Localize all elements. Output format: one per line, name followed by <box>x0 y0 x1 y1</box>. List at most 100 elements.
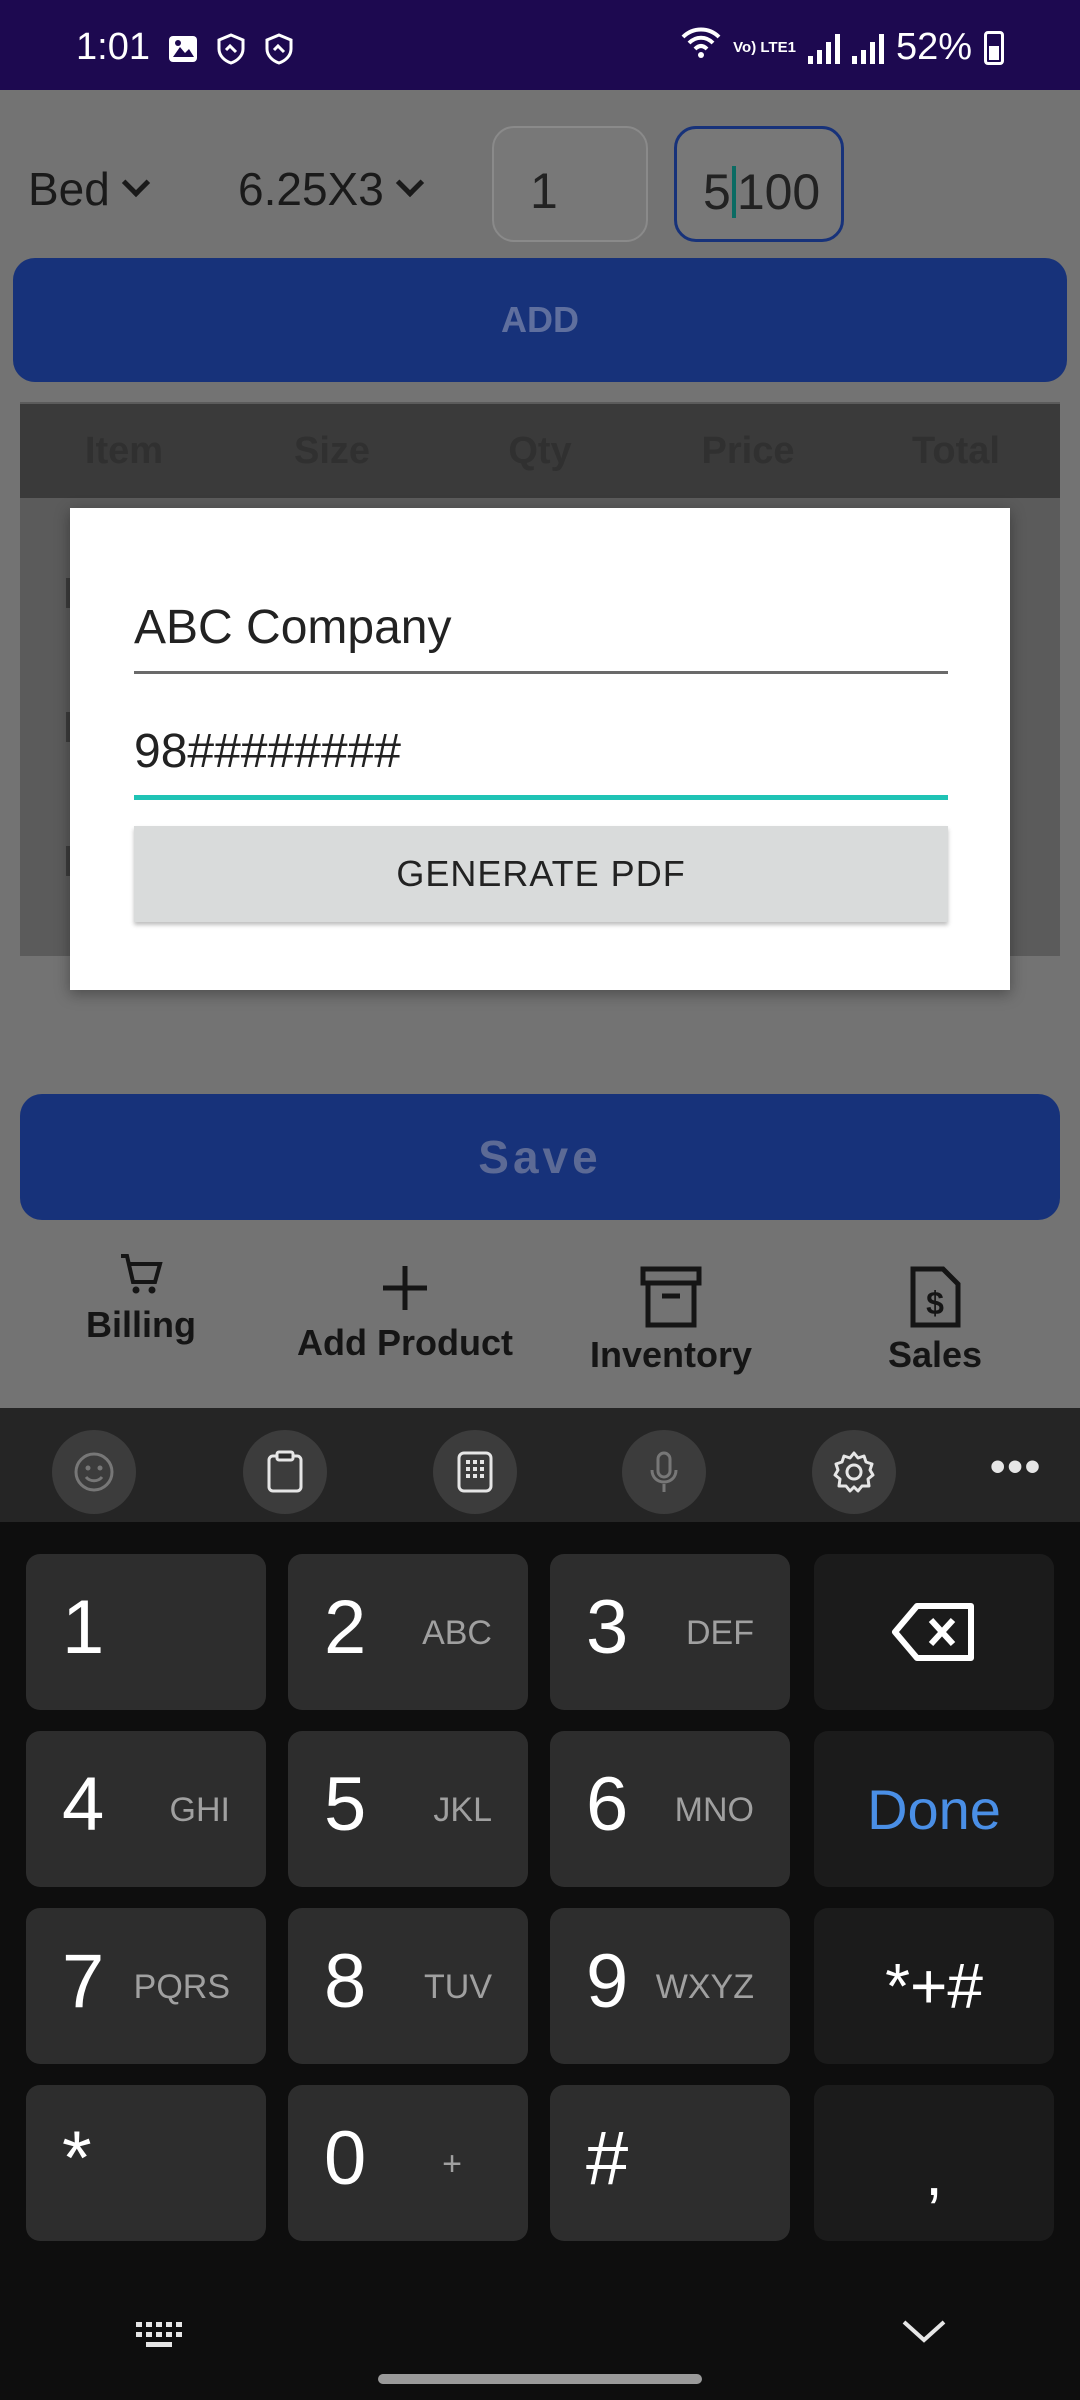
wifi-icon <box>681 26 721 69</box>
backspace-icon <box>892 1603 974 1661</box>
cart-icon <box>121 1254 163 1294</box>
quantity-value: 1 <box>530 163 558 219</box>
key-digit: 4 <box>62 1762 105 1847</box>
home-indicator[interactable] <box>378 2374 702 2384</box>
image-notification-icon <box>166 32 200 66</box>
key-letters: JKL <box>433 1791 492 1829</box>
nav-billing[interactable]: Billing <box>6 1250 276 1346</box>
key-letters: WXYZ <box>655 1968 754 2006</box>
text-cursor <box>731 165 736 218</box>
chevron-down-icon <box>121 168 151 198</box>
add-button[interactable]: ADD <box>13 258 1067 382</box>
settings-button[interactable] <box>812 1430 896 1514</box>
emoji-icon <box>74 1452 114 1492</box>
numeric-keyboard: 1 2 ABC 3 DEF 4 GHI 5 JKL 6 MNO Done 7 PQRS 8 T… <box>0 1522 1080 2400</box>
key-9[interactable]: 9 WXYZ <box>550 1908 790 2064</box>
status-bar: 1:01 Vo) LTE1 52% <box>0 0 1080 90</box>
nav-sales[interactable]: $ Sales <box>800 1266 1070 1376</box>
header-price: Price <box>701 429 795 472</box>
battery-percent: 52% <box>895 26 972 68</box>
keyboard-toolbar: ••• <box>0 1408 1080 1522</box>
comma-key[interactable]: , <box>814 2085 1054 2241</box>
keyboard-icon <box>136 2322 182 2347</box>
key-digit: 1 <box>62 1585 105 1670</box>
clipboard-icon <box>267 1450 303 1493</box>
key-hash[interactable]: # <box>550 2085 790 2241</box>
key-1[interactable]: 1 <box>26 1554 266 1710</box>
nav-add-product-label: Add Product <box>297 1322 513 1363</box>
battery-icon <box>984 30 1004 65</box>
keypad-button[interactable] <box>433 1430 517 1514</box>
archive-icon <box>640 1266 702 1328</box>
status-time: 1:01 <box>76 26 150 68</box>
bottom-navigation: Billing Add Product Inventory $ Sales <box>0 1250 1080 1408</box>
more-options-button[interactable]: ••• <box>990 1442 1042 1492</box>
shield-notification-icon-2 <box>262 32 296 66</box>
size-dropdown-value: 6.25X3 <box>238 163 384 215</box>
header-item: Item <box>84 429 164 472</box>
key-letters: + <box>442 2145 462 2183</box>
key-3[interactable]: 3 DEF <box>550 1554 790 1710</box>
quantity-input[interactable]: 1 <box>492 126 648 242</box>
key-digit: 0 <box>324 2116 367 2201</box>
header-size: Size <box>293 429 371 472</box>
key-6[interactable]: 6 MNO <box>550 1731 790 1887</box>
key-4[interactable]: 4 GHI <box>26 1731 266 1887</box>
key-8[interactable]: 8 TUV <box>288 1908 528 2064</box>
key-letters: TUV <box>424 1968 492 2006</box>
key-letters: ABC <box>422 1614 492 1652</box>
price-value-start: 5 <box>703 164 731 220</box>
done-key[interactable]: Done <box>814 1731 1054 1887</box>
key-digit: 6 <box>586 1762 629 1847</box>
symbols-label: *+# <box>885 1950 983 2022</box>
done-label: Done <box>867 1777 1001 1841</box>
company-name-field[interactable]: ABC Company <box>134 592 948 674</box>
more-icon: ••• <box>990 1442 1043 1491</box>
product-dropdown[interactable]: Bed <box>28 162 151 216</box>
company-name-value: ABC Company <box>134 601 452 654</box>
key-digit: 9 <box>586 1939 629 2024</box>
settings-icon <box>833 1451 875 1493</box>
backspace-key[interactable] <box>814 1554 1054 1710</box>
size-dropdown[interactable]: 6.25X3 <box>238 162 424 216</box>
price-value-end: 100 <box>736 164 821 220</box>
product-dropdown-value: Bed <box>28 163 110 215</box>
generate-pdf-button[interactable]: GENERATE PDF <box>134 826 948 922</box>
clipboard-button[interactable] <box>243 1430 327 1514</box>
nav-inventory-label: Inventory <box>589 1334 753 1375</box>
key-digit: 8 <box>324 1939 367 2024</box>
chevron-down-icon <box>902 2320 946 2343</box>
nav-add-product[interactable]: Add Product <box>270 1262 540 1364</box>
nav-inventory[interactable]: Inventory <box>536 1266 806 1376</box>
volte-indicator: Vo) LTE1 <box>733 39 796 56</box>
key-digit: # <box>586 2116 629 2201</box>
key-digit: * <box>62 2116 92 2201</box>
comma-label: , <box>925 2137 943 2209</box>
save-button[interactable]: Save <box>20 1094 1060 1220</box>
key-star[interactable]: * <box>26 2085 266 2241</box>
dollar-file-icon: $ <box>910 1266 961 1328</box>
header-qty: Qty <box>508 429 572 472</box>
price-input[interactable]: 5 100 <box>674 126 844 242</box>
keypad-icon <box>457 1451 493 1493</box>
key-7[interactable]: 7 PQRS <box>26 1908 266 2064</box>
table-header: Item Size Qty Price Total <box>20 404 1060 498</box>
svg-text:$: $ <box>926 1285 944 1321</box>
voice-input-button[interactable] <box>622 1430 706 1514</box>
key-digit: 3 <box>586 1585 629 1670</box>
switch-keyboard-button[interactable] <box>134 2320 186 2355</box>
symbols-key[interactable]: *+# <box>814 1908 1054 2064</box>
key-2[interactable]: 2 ABC <box>288 1554 528 1710</box>
key-letters: MNO <box>674 1791 754 1829</box>
key-digit: 7 <box>62 1939 105 2024</box>
key-0[interactable]: 0 + <box>288 2085 528 2241</box>
hide-keyboard-button[interactable] <box>900 2316 948 2351</box>
phone-number-field[interactable]: 98######## <box>134 716 948 800</box>
key-5[interactable]: 5 JKL <box>288 1731 528 1887</box>
emoji-button[interactable] <box>52 1430 136 1514</box>
generate-pdf-dialog: ABC Company 98######## GENERATE PDF <box>70 508 1010 990</box>
shield-notification-icon <box>214 32 248 66</box>
nav-sales-label: Sales <box>887 1334 983 1375</box>
key-letters: GHI <box>169 1791 230 1829</box>
key-digit: 5 <box>324 1762 367 1847</box>
